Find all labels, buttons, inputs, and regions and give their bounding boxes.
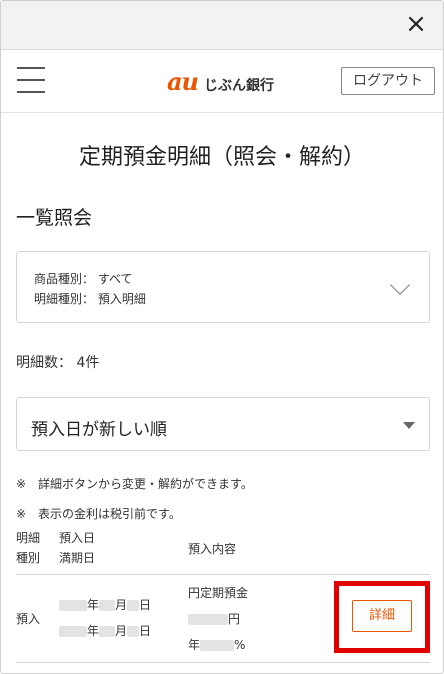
row-amount: 円 xyxy=(188,611,240,627)
month-unit: 月 xyxy=(115,624,128,638)
site-header: au じぶん銀行 ログアウト xyxy=(1,51,443,113)
filter-accordion[interactable]: 商品種別： すべて 明細種別： 預入明細 xyxy=(16,251,430,323)
au-jibun-bank-logo: au じぶん銀行 xyxy=(167,67,274,97)
detail-count: 明細数： 4件 xyxy=(16,355,100,371)
masked-value xyxy=(200,640,235,651)
masked-value xyxy=(99,600,116,611)
filter-product-type: 商品種別： すべて xyxy=(34,272,133,286)
day-unit: 日 xyxy=(139,624,152,638)
masked-value xyxy=(127,600,140,611)
rate-unit: % xyxy=(234,638,246,652)
page-title: 定期預金明細（照会・解約） xyxy=(78,145,365,170)
amount-unit: 円 xyxy=(228,612,241,626)
masked-value xyxy=(99,626,116,637)
month-unit: 月 xyxy=(115,598,128,612)
masked-value xyxy=(59,600,87,611)
sort-selected-value: 預入日が新しい順 xyxy=(31,420,167,440)
header-content: 預入内容 xyxy=(188,542,237,556)
day-unit: 日 xyxy=(139,598,152,612)
hamburger-menu-icon[interactable] xyxy=(17,67,45,97)
header-type-line1: 明細 xyxy=(16,531,41,545)
logout-button[interactable]: ログアウト xyxy=(341,67,435,95)
header-dates: 預入日 満期日 xyxy=(59,528,95,568)
header-type-line2: 種別 xyxy=(16,551,41,565)
window-top-bar: × xyxy=(1,1,443,50)
year-unit: 年 xyxy=(87,598,100,612)
table-row-divider xyxy=(16,662,430,663)
detail-button[interactable]: 詳細 xyxy=(352,600,412,632)
row-maturity-date: 年 月日 xyxy=(59,623,151,639)
masked-value xyxy=(188,614,228,625)
dropdown-arrow-icon xyxy=(403,422,415,429)
row-type: 預入 xyxy=(16,612,41,626)
sort-select[interactable]: 預入日が新しい順 xyxy=(16,397,430,451)
chevron-down-icon xyxy=(390,275,410,295)
logo-bank-name: じぶん銀行 xyxy=(204,78,274,94)
year-unit: 年 xyxy=(87,624,100,638)
header-detail-type: 明細 種別 xyxy=(16,528,40,568)
note-tax: ※ 表示の金利は税引前です。 xyxy=(16,507,181,521)
table-row: 預入 年月日 年月日 円定期預金 円 年% 詳細 xyxy=(16,575,430,663)
rate-prefix: 年 xyxy=(188,638,201,652)
header-deposit-date: 預入日 xyxy=(59,531,96,545)
row-rate: 年% xyxy=(188,637,245,653)
masked-value xyxy=(127,626,140,637)
close-icon[interactable]: × xyxy=(403,11,429,37)
row-content-title: 円定期預金 xyxy=(188,586,249,600)
logo-au-mark: au xyxy=(167,67,199,96)
app-frame: × au じぶん銀行 ログアウト 定期預金明細（照会・解約） 一覧照会 商品種別… xyxy=(0,0,444,674)
filter-detail-type: 明細種別： 預入明細 xyxy=(34,292,146,306)
header-maturity-date: 満期日 xyxy=(59,551,96,565)
note-detail-button: ※ 詳細ボタンから変更・解約ができます。 xyxy=(16,477,253,491)
masked-value xyxy=(59,626,87,637)
row-deposit-date: 年 月日 xyxy=(59,597,151,613)
section-title: 一覧照会 xyxy=(16,207,93,229)
